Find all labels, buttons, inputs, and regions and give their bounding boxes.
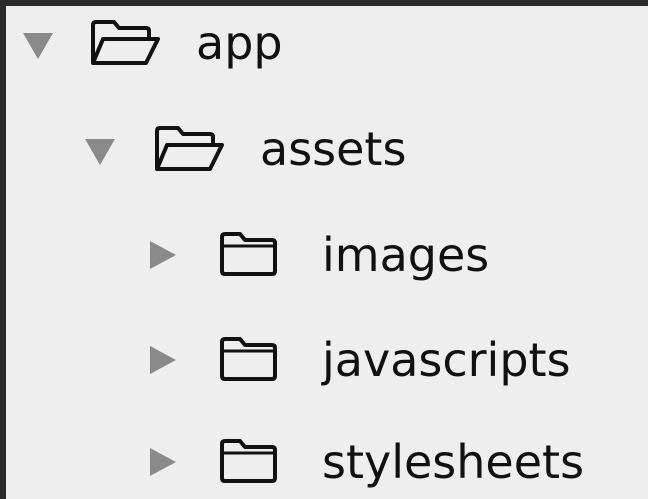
tree-item-stylesheets[interactable]: stylesheets bbox=[6, 422, 648, 499]
tree-item-label: app bbox=[196, 16, 283, 70]
tree-item-assets[interactable]: assets bbox=[6, 109, 648, 197]
tree-item-label: stylesheets bbox=[322, 435, 585, 489]
triangle-right-icon[interactable] bbox=[144, 444, 180, 480]
folder-icon bbox=[220, 232, 277, 276]
triangle-down-icon[interactable] bbox=[82, 133, 118, 169]
tree-item-images[interactable]: images bbox=[6, 215, 648, 303]
folder-open-icon bbox=[155, 126, 224, 171]
triangle-down-icon[interactable] bbox=[20, 27, 56, 63]
window-frame: app assets images javascripts stylesheet… bbox=[0, 0, 648, 499]
tree-item-app[interactable]: app bbox=[6, 6, 648, 91]
tree-item-label: javascripts bbox=[322, 333, 571, 387]
tree-item-label: assets bbox=[260, 122, 407, 176]
tree-item-label: images bbox=[322, 228, 490, 282]
tree-item-javascripts[interactable]: javascripts bbox=[6, 320, 648, 408]
folder-open-icon bbox=[91, 20, 160, 65]
folder-icon bbox=[220, 439, 277, 483]
triangle-right-icon[interactable] bbox=[144, 342, 180, 378]
triangle-right-icon[interactable] bbox=[144, 237, 180, 273]
file-tree-panel: app assets images javascripts stylesheet… bbox=[6, 6, 648, 499]
folder-icon bbox=[220, 337, 277, 381]
